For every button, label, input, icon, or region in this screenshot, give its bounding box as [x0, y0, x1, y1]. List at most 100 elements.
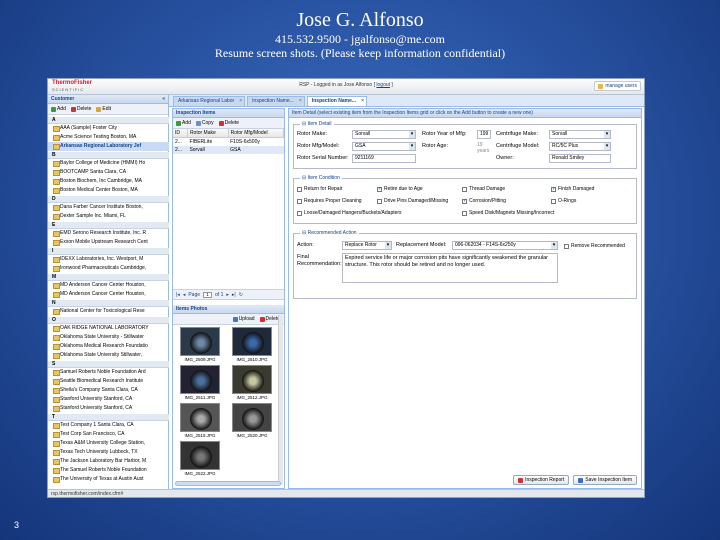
photo-image [180, 441, 220, 470]
tab-inspection-1[interactable]: Inspection Name... × [247, 96, 305, 106]
condition-checkbox[interactable]: Drive Pins Damaged/Missing [377, 198, 448, 204]
first-page-icon[interactable]: |◂ [176, 292, 180, 298]
customer-item[interactable]: Texas A&M University College Station, [48, 439, 169, 448]
owner-field[interactable]: Ronald Smiley [549, 154, 611, 163]
year-field[interactable]: 199 [477, 130, 491, 139]
customer-item[interactable]: Arkansas Regional Laboratory Jef [48, 142, 169, 151]
photo-thumbnail[interactable]: IMG_2512.JPG [229, 365, 275, 400]
customer-item[interactable]: Boston Biochem, Inc Cambridge, MA [48, 177, 169, 186]
condition-checkbox[interactable]: Retire due to Age [377, 186, 423, 192]
remove-recommended-checkbox[interactable]: Remove Recommended [564, 243, 625, 249]
group-header[interactable]: O [48, 317, 169, 324]
condition-checkbox[interactable]: Finish Damaged [551, 186, 594, 192]
customer-item[interactable]: The Samuel Roberts Noble Foundation [48, 466, 169, 475]
table-row[interactable]: 2... FIBERLite F10S-6x500y [173, 138, 284, 147]
group-header[interactable]: N [48, 300, 169, 307]
photo-thumbnail[interactable]: IMG_2509.JPG [177, 327, 223, 362]
tab-inspection-2[interactable]: Inspection Name... × [306, 96, 368, 106]
centrifuge-model-select[interactable]: RC/5C Plus [549, 142, 611, 151]
customer-item[interactable]: Texas Tech University Lubbock, TX [48, 448, 169, 457]
condition-checkbox[interactable]: Loose/Damaged Hangers/Buckets/Adapters [297, 210, 402, 216]
condition-checkbox[interactable]: Return for Repair [297, 186, 342, 192]
delete-item-button[interactable]: Delete [218, 120, 239, 126]
customer-item[interactable]: OAK RIDGE NATIONAL LABORATORY [48, 324, 169, 333]
condition-checkbox[interactable]: Requires Proper Cleaning [297, 198, 362, 204]
replacement-model-select[interactable]: 096-062034 - F14S-6x250y [452, 241, 558, 250]
manage-users-button[interactable]: manage users [594, 81, 641, 91]
col-rotor-model[interactable]: Rotor Mfg/Model [228, 129, 285, 138]
col-id[interactable]: ID [173, 129, 188, 138]
condition-checkbox[interactable]: Speed Disk/Magnets Missing/Incorrect [462, 210, 554, 216]
customer-item[interactable]: National Center for Toxicological Rese [48, 307, 169, 316]
photo-thumbnail[interactable]: IMG_2515.JPG [177, 403, 223, 438]
photo-thumbnail[interactable]: IMG_2520.JPG [229, 403, 275, 438]
photos-scrollbar[interactable] [278, 315, 283, 485]
customer-item[interactable]: EMD Serono Research Institute, Inc. R [48, 229, 169, 238]
horizontal-scrollbar[interactable] [175, 481, 281, 486]
condition-checkbox[interactable]: Corrosion/Pitting [462, 198, 506, 204]
group-header[interactable]: T [48, 414, 169, 421]
customer-item[interactable]: Oklahoma State University Stillwater, [48, 351, 169, 360]
col-rotor-make[interactable]: Rotor Make [187, 129, 229, 138]
customer-item[interactable]: Dana Farber Cancer Institute Boston, [48, 203, 169, 212]
last-page-icon[interactable]: ▸| [232, 292, 236, 298]
group-header[interactable]: D [48, 196, 169, 203]
customer-item[interactable]: Oklahoma State University - Stillwater [48, 333, 169, 342]
condition-checkbox[interactable]: Thread Damage [462, 186, 505, 192]
prev-page-icon[interactable]: ◂ [183, 292, 186, 298]
serial-number-field[interactable]: 9211169 [352, 154, 416, 163]
centrifuge-make-select[interactable]: Sorvall [549, 130, 611, 139]
customer-item[interactable]: Test Corp San Francisco, CA [48, 430, 169, 439]
customer-item[interactable]: The University of Texas at Austin Aust [48, 475, 169, 484]
customer-item[interactable]: MD Anderson Cancer Center Houston, [48, 290, 169, 299]
customer-item[interactable]: IDEXX Laboratories, Inc. Westport, M [48, 255, 169, 264]
customer-item[interactable]: MD Anderson Cancer Center Houston, [48, 281, 169, 290]
group-header[interactable]: A [48, 117, 169, 124]
add-customer-button[interactable]: Add [51, 106, 66, 112]
customer-item[interactable]: Samuel Roberts Noble Foundation Ard [48, 368, 169, 377]
logout-link[interactable]: logout [376, 82, 390, 88]
action-select[interactable]: Replace Rotor [342, 241, 392, 250]
inspection-report-button[interactable]: Inspection Report [513, 475, 570, 485]
copy-item-button[interactable]: Copy [195, 120, 214, 126]
edit-customer-button[interactable]: Edit [96, 106, 111, 112]
add-item-button[interactable]: Add [176, 120, 191, 126]
customer-item[interactable]: The Jackson Laboratory Bar Harbor, M [48, 457, 169, 466]
refresh-icon[interactable]: ↻ [239, 292, 243, 298]
customer-item[interactable]: Acme Science Testing Boston, MA [48, 133, 169, 142]
tab-customer[interactable]: Arkansas Regional Labor × [173, 96, 246, 106]
customer-item[interactable]: Seattle Biomedical Research Institute [48, 377, 169, 386]
customer-item[interactable]: Stanford University Stanford, CA [48, 404, 169, 413]
photo-thumbnail[interactable]: IMG_2510.JPG [229, 327, 275, 362]
customer-item[interactable]: Dexter Sample Inc. Miami, FL [48, 212, 169, 221]
page-input[interactable] [203, 291, 213, 298]
group-header[interactable]: B [48, 152, 169, 159]
rotor-make-select[interactable]: Sorvall [352, 130, 416, 139]
group-header[interactable]: E [48, 222, 169, 229]
delete-photo-button[interactable]: Delete [259, 316, 280, 322]
customer-item[interactable]: Oklahoma Medical Research Foundatio [48, 342, 169, 351]
customer-item[interactable]: Sheila's Company Santa Clara, CA [48, 386, 169, 395]
customer-item[interactable]: Baylor College of Medicine (HMMI) Ho [48, 159, 169, 168]
condition-checkbox[interactable]: O-Rings [551, 198, 576, 204]
collapse-icon[interactable]: « [162, 95, 165, 104]
customer-item[interactable]: Ironwood Pharmaceuticals Cambridge, [48, 264, 169, 273]
customer-item[interactable]: Boston Medical Center Boston, MA [48, 186, 169, 195]
upload-photo-button[interactable]: Upload [232, 316, 255, 322]
group-header[interactable]: S [48, 361, 169, 368]
final-recommendation-textarea[interactable]: Expired service life or major corrosion … [342, 253, 558, 283]
photo-thumbnail[interactable]: IMG_2522.JPG [177, 441, 223, 476]
next-page-icon[interactable]: ▸ [226, 292, 229, 298]
customer-item[interactable]: Exxon Mobile Upstream Research Cent [48, 238, 169, 247]
group-header[interactable]: I [48, 248, 169, 255]
customer-item[interactable]: Test Company 1 Santa Clara, CA [48, 421, 169, 430]
delete-customer-button[interactable]: Delete [70, 106, 91, 112]
rotor-model-select[interactable]: GSA [352, 142, 416, 151]
photo-thumbnail[interactable]: IMG_2511.JPG [177, 365, 223, 400]
save-item-button[interactable]: Save Inspection Item [573, 475, 637, 485]
group-header[interactable]: M [48, 274, 169, 281]
customer-item[interactable]: BOOTCAMP Santa Clara, CA [48, 168, 169, 177]
customer-item[interactable]: AAA (Sample) Foster City [48, 124, 169, 133]
table-row[interactable]: 2... Sorvall GSA [173, 146, 284, 154]
customer-item[interactable]: Stanford University Stanford, CA [48, 395, 169, 404]
